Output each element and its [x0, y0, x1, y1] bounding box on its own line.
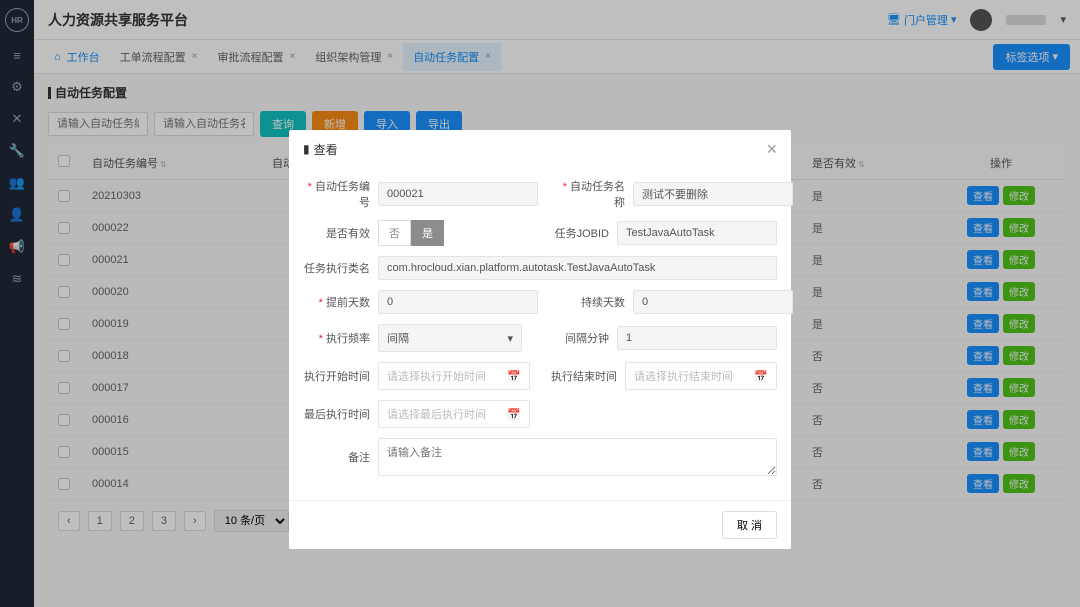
input-name[interactable] — [633, 182, 793, 206]
calendar-icon: 📅 — [507, 370, 521, 383]
label-end: 执行结束时间 — [550, 368, 625, 384]
input-jobid[interactable] — [617, 221, 777, 245]
input-advance[interactable] — [378, 290, 538, 314]
cancel-button[interactable]: 取 消 — [722, 511, 777, 539]
label-name: 自动任务名称 — [558, 178, 633, 210]
modal-close-button[interactable]: × — [766, 140, 777, 158]
input-continue[interactable] — [633, 290, 793, 314]
input-classname[interactable] — [378, 256, 777, 280]
valid-toggle: 否 是 — [378, 220, 444, 246]
label-advance: 提前天数 — [303, 294, 378, 310]
view-modal: ▮ 查看 × 自动任务编号 自动任务名称 是否有效 否 是 任务JOBID 任务… — [289, 130, 791, 549]
label-start: 执行开始时间 — [303, 368, 378, 384]
label-code: 自动任务编号 — [303, 178, 378, 210]
toggle-no[interactable]: 否 — [378, 220, 411, 246]
chevron-down-icon: ▾ — [507, 332, 513, 345]
toggle-yes[interactable]: 是 — [411, 220, 444, 246]
label-valid: 是否有效 — [303, 225, 378, 241]
input-remark[interactable] — [378, 438, 777, 476]
label-freq: 执行频率 — [303, 330, 378, 346]
label-continue: 持续天数 — [558, 294, 633, 310]
label-jobid: 任务JOBID — [542, 225, 617, 241]
calendar-icon: 📅 — [507, 408, 521, 421]
input-end-time[interactable]: 请选择执行结束时间📅 — [625, 362, 777, 390]
calendar-icon: 📅 — [754, 370, 768, 383]
input-code[interactable] — [378, 182, 538, 206]
label-remark: 备注 — [303, 449, 378, 465]
input-start-time[interactable]: 请选择执行开始时间📅 — [378, 362, 530, 390]
modal-title: ▮ 查看 — [303, 141, 338, 158]
input-last-time[interactable]: 请选择最后执行时间📅 — [378, 400, 530, 428]
input-interval[interactable] — [617, 326, 777, 350]
label-classname: 任务执行类名 — [303, 260, 378, 276]
label-last: 最后执行时间 — [303, 406, 378, 422]
label-interval: 间隔分钟 — [542, 330, 617, 346]
modal-overlay: ▮ 查看 × 自动任务编号 自动任务名称 是否有效 否 是 任务JOBID 任务… — [0, 0, 1080, 607]
select-freq[interactable]: 间隔▾ — [378, 324, 522, 352]
